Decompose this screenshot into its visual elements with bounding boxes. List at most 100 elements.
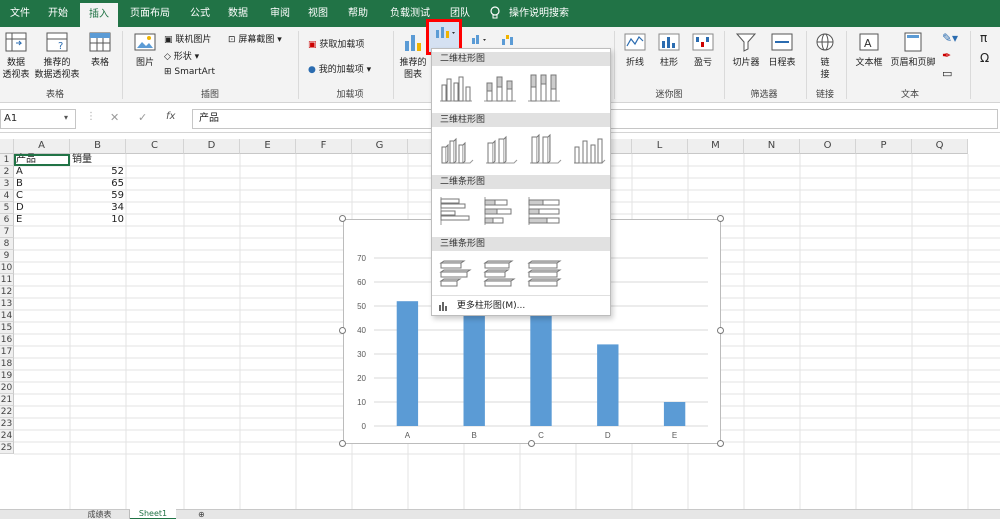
add-sheet-icon[interactable]: ⊕ — [198, 510, 205, 519]
sparkline-winloss-icon — [692, 33, 714, 51]
tab-insert[interactable]: 插入 — [80, 3, 118, 27]
tab-formulas[interactable]: 公式 — [184, 0, 216, 27]
table-cell[interactable]: 65 — [70, 178, 126, 190]
tab-review[interactable]: 审阅 — [264, 0, 296, 27]
100-stacked-column-option[interactable] — [526, 71, 562, 106]
screenshot-button[interactable]: ⊡ 屏幕截图 ▾ — [228, 32, 282, 45]
chart-bar[interactable] — [396, 301, 419, 426]
tab-data[interactable]: 数据 — [222, 0, 254, 27]
table-cell[interactable]: A — [14, 166, 70, 178]
tab-file[interactable]: 文件 — [6, 0, 34, 27]
more-column-charts-label: 更多柱形图(M)... — [456, 301, 526, 311]
link-button[interactable]: 链 接 — [810, 31, 840, 81]
chart-resize-handle[interactable] — [717, 215, 724, 222]
header-footer-icon — [904, 32, 922, 52]
table-cell[interactable]: D — [14, 202, 70, 214]
get-addins-button[interactable]: ▣ 获取加载项 — [308, 37, 364, 50]
clustered-column-option[interactable] — [438, 71, 474, 106]
sheet-tab-sheet1[interactable]: Sheet1 — [130, 509, 176, 519]
table-cell[interactable]: 59 — [70, 190, 126, 202]
table-cell[interactable]: E — [14, 214, 70, 226]
clustered-bar-option[interactable] — [438, 195, 474, 230]
header-footer-label: 页眉和页脚 — [890, 58, 936, 68]
table-cell[interactable]: 34 — [70, 202, 126, 214]
group-label-sparklines: 迷你图 — [655, 90, 683, 100]
online-picture-button[interactable]: ▣ 联机图片 — [164, 32, 211, 45]
tab-view[interactable]: 视图 — [302, 0, 334, 27]
chart-resize-handle[interactable] — [717, 327, 724, 334]
3d-clustered-column-option[interactable] — [438, 133, 474, 168]
table-cell[interactable]: C — [14, 190, 70, 202]
chart-resize-handle[interactable] — [339, 440, 346, 447]
section-2d-bar: 二维条形图 — [432, 175, 610, 189]
picture-button[interactable]: 图片 — [130, 31, 160, 69]
chart-resize-handle[interactable] — [339, 327, 346, 334]
tab-home[interactable]: 开始 — [42, 0, 74, 27]
shapes-button[interactable]: ◇ 形状 ▾ — [164, 49, 199, 62]
cancel-icon[interactable]: ✕ — [110, 111, 119, 124]
wordart-button[interactable]: ✎▾ — [942, 31, 958, 45]
symbol-button[interactable]: Ω — [980, 51, 989, 65]
svg-text:?: ? — [58, 41, 63, 52]
ribbon-tab-bar: 文件 开始 插入 页面布局 公式 数据 审阅 视图 帮助 负载测试 团队 操作说… — [0, 0, 1000, 27]
table-cell[interactable]: B — [14, 178, 70, 190]
timeline-button[interactable]: 日程表 — [764, 31, 800, 69]
x-tick-label: A — [405, 431, 411, 440]
more-column-charts-option[interactable]: 更多柱形图(M)... — [438, 299, 525, 313]
3d-column-option[interactable] — [570, 133, 606, 168]
signature-button[interactable]: ✒ — [942, 49, 951, 62]
slicer-icon — [735, 33, 757, 52]
table-cell[interactable]: 销量 — [70, 154, 126, 166]
slicer-button[interactable]: 切片器 — [728, 31, 764, 69]
sparkline-winloss-button[interactable]: 盈亏 — [688, 31, 718, 69]
chart-bar[interactable] — [597, 344, 619, 426]
object-button[interactable]: ▭ — [942, 67, 952, 80]
3d-clustered-bar-option[interactable] — [438, 257, 474, 292]
hierarchy-chart-button[interactable] — [470, 33, 492, 48]
100-stacked-bar-option[interactable] — [526, 195, 562, 230]
header-footer-button[interactable]: 页眉和页脚 — [888, 31, 938, 69]
insert-function-icon[interactable]: fx — [166, 111, 175, 122]
recommended-charts-button[interactable]: 推荐的 图表 — [396, 31, 430, 81]
recommended-pivot-icon: ? — [46, 32, 68, 52]
3d-column-icon — [574, 138, 606, 164]
table-button[interactable]: 表格 — [84, 31, 116, 69]
enter-icon[interactable]: ✓ — [138, 111, 147, 124]
table-cell[interactable]: 52 — [70, 166, 126, 178]
name-box-dropdown-icon[interactable]: ▾ — [64, 113, 68, 122]
tab-page-layout[interactable]: 页面布局 — [124, 0, 176, 27]
chart-resize-handle[interactable] — [339, 215, 346, 222]
stacked-bar-option[interactable] — [482, 195, 518, 230]
y-tick-label: 30 — [357, 350, 366, 359]
y-tick-label: 10 — [357, 398, 366, 407]
3d-100-stacked-bar-option[interactable] — [526, 257, 562, 292]
chart-resize-handle[interactable] — [717, 440, 724, 447]
3d-stacked-column-option[interactable] — [482, 133, 518, 168]
table-cell[interactable]: 10 — [70, 214, 126, 226]
textbox-label: 文本框 — [855, 58, 883, 68]
chart-bar[interactable] — [663, 402, 686, 426]
3d-stacked-bar-option[interactable] — [482, 257, 518, 292]
column-chart-gallery: 二维柱形图 三维柱形图 二维条形图 三维条形图 更多柱形图(M)... — [431, 48, 611, 316]
sparkline-line-button[interactable]: 折线 — [620, 31, 650, 69]
sparkline-column-button[interactable]: 柱形 — [654, 31, 684, 69]
x-tick-label: D — [605, 431, 611, 440]
clustered-bar-icon — [440, 197, 470, 225]
3d-stacked-column-icon — [486, 135, 518, 164]
selected-cell-outline — [14, 154, 70, 166]
sparkline-line-icon — [624, 33, 646, 51]
pivot-table-button[interactable]: 数据 透视表 — [2, 31, 30, 81]
smartart-label: SmartArt — [174, 67, 216, 77]
equation-button[interactable]: π — [980, 31, 987, 45]
smartart-button[interactable]: ⊞ SmartArt — [164, 67, 215, 77]
sheet-tab-grades[interactable]: 成绩表 — [70, 510, 130, 519]
3d-100-stacked-column-option[interactable] — [526, 133, 562, 168]
tab-help[interactable]: 帮助 — [342, 0, 374, 27]
stacked-column-option[interactable] — [482, 71, 518, 106]
textbox-button[interactable]: A 文本框 — [852, 31, 886, 69]
my-addins-button[interactable]: ● 我的加载项 ▾ — [308, 62, 371, 75]
recommended-pivot-button[interactable]: ? 推荐的 数据透视表 — [32, 31, 82, 81]
tell-me-search[interactable]: 操作说明搜索 — [506, 0, 572, 27]
pivot-table-label: 数据 透视表 — [2, 58, 30, 80]
chart-resize-handle[interactable] — [528, 440, 535, 447]
